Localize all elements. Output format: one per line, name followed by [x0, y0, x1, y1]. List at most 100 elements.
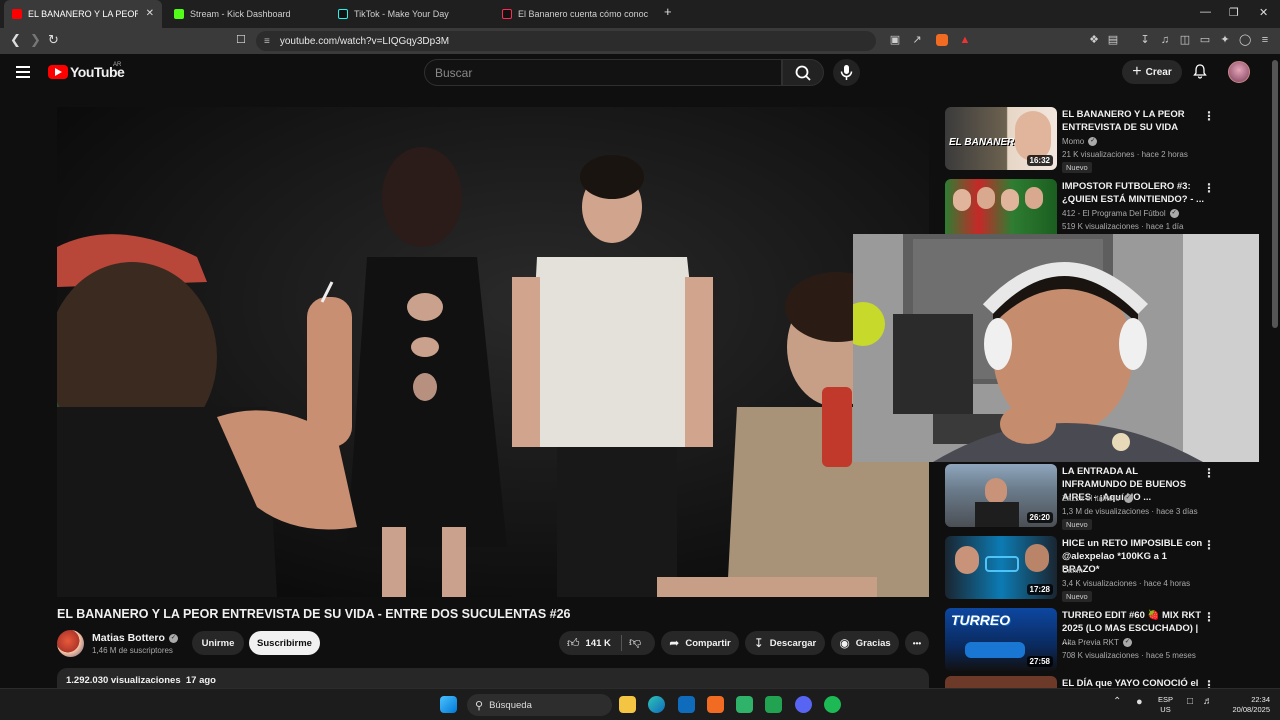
back-icon[interactable]: ❮: [10, 32, 21, 48]
restore-icon[interactable]: ❐: [1229, 6, 1239, 19]
page-scrollbar[interactable]: [1270, 54, 1280, 688]
video-thumbnail[interactable]: 26:20: [945, 464, 1057, 527]
input-language[interactable]: ESP US: [1158, 695, 1173, 715]
windows-taskbar: ⚲ Búsqueda ⌃ ● ESP US □ ♬ 22:34 20/08/2025: [0, 688, 1280, 720]
divider: [621, 635, 622, 651]
site-settings-icon[interactable]: ≡: [264, 36, 270, 47]
notifications-icon[interactable]: [1192, 63, 1208, 82]
minimize-icon[interactable]: —: [1200, 6, 1211, 18]
media-icon[interactable]: ♫: [1159, 34, 1171, 46]
address-bar[interactable]: ≡ youtube.com/watch?v=LIQGqy3Dp3M: [256, 31, 876, 51]
sidebar-icon[interactable]: ◫: [1179, 34, 1191, 46]
reload-icon[interactable]: ↻: [48, 32, 59, 48]
new-tab-button[interactable]: +: [664, 4, 672, 19]
browser-tab-tiktok-2[interactable]: El Bananero cuenta cómo conoció a: [494, 0, 654, 28]
guide-menu-icon[interactable]: [16, 66, 30, 78]
subscribe-button[interactable]: Suscribirme: [249, 631, 320, 655]
youtube-header: YouTube AR Buscar + Crear: [0, 54, 1270, 92]
recommendation-item[interactable]: TURREO 27:58 TURREO EDIT #60 🍓 MIX RKT 2…: [945, 608, 1260, 672]
outlook-icon[interactable]: [678, 696, 695, 713]
browser-tab-kick[interactable]: Stream - Kick Dashboard: [166, 0, 326, 28]
recommendation-item[interactable]: EL BANANERO 16:32 EL BANANERO Y LA PEOR …: [945, 107, 1260, 173]
search-input[interactable]: Buscar: [424, 59, 782, 86]
new-badge: Nuevo: [1062, 162, 1092, 173]
more-options-icon[interactable]: ⋮: [1203, 610, 1215, 624]
wallet-icon[interactable]: ▤: [1107, 34, 1119, 46]
lang-layout: US: [1160, 705, 1171, 714]
volume-icon[interactable]: ♬: [1203, 696, 1215, 713]
more-options-icon[interactable]: ⋮: [1203, 109, 1215, 123]
download-icon[interactable]: ↧: [1139, 34, 1151, 46]
verified-icon: ✓: [1169, 209, 1179, 218]
kick-app-icon[interactable]: [765, 696, 782, 713]
recommendation-item[interactable]: 17:28 HICE un RETO IMPOSIBLE con @alexpe…: [945, 536, 1260, 602]
recommendation-item[interactable]: EL DÍA que YAYO CONOCIÓ el ⋮: [945, 676, 1260, 688]
webcam-overlay: [853, 234, 1259, 462]
system-clock[interactable]: 22:34 20/08/2025: [1220, 695, 1270, 715]
video-player[interactable]: [57, 107, 929, 597]
edge-icon[interactable]: [648, 696, 665, 713]
channel-text: Zazza el italiano: [1062, 494, 1120, 503]
clock-time: 22:34: [1251, 695, 1270, 704]
more-options-icon[interactable]: ⋮: [1203, 678, 1215, 688]
bookmark-icon[interactable]: ☐: [236, 33, 246, 46]
browser-tab-tiktok[interactable]: TikTok - Make Your Day: [330, 0, 490, 28]
like-button[interactable]: 👍︎ 141 K: [567, 636, 611, 651]
wallet-card-icon[interactable]: ▭: [1199, 34, 1211, 46]
video-duration: 16:32: [1026, 155, 1053, 166]
verified-icon: ✓: [168, 633, 178, 643]
microphone-tray-icon[interactable]: ●: [1136, 696, 1146, 713]
file-explorer-icon[interactable]: [619, 696, 636, 713]
extensions-icon[interactable]: ❖: [1088, 34, 1100, 46]
voice-search-button[interactable]: [833, 59, 860, 86]
video-thumbnail[interactable]: [945, 179, 1057, 242]
download-label: Descargar: [769, 637, 817, 649]
more-options-icon[interactable]: ⋮: [1203, 181, 1215, 195]
taskbar-search-label: Búsqueda: [489, 699, 532, 711]
tray-overflow-icon[interactable]: ⌃: [1113, 696, 1123, 713]
thumbs-down-icon: 👎︎: [629, 635, 642, 649]
create-button[interactable]: + Crear: [1122, 60, 1182, 84]
app-icon[interactable]: [736, 696, 753, 713]
channel-name[interactable]: Matias Bottero ✓: [92, 632, 178, 644]
brave-icon[interactable]: [707, 696, 724, 713]
share-icon[interactable]: ↗: [911, 34, 923, 46]
scrollbar-thumb[interactable]: [1272, 60, 1278, 328]
taskbar-search[interactable]: ⚲ Búsqueda: [467, 694, 612, 716]
discord-icon[interactable]: [795, 696, 812, 713]
channel-avatar[interactable]: [57, 630, 84, 657]
join-button[interactable]: Unirme: [192, 631, 244, 655]
recommendation-item[interactable]: 26:20 LA ENTRADA AL INFRAMUNDO DE BUENOS…: [945, 464, 1260, 530]
spotify-icon[interactable]: [824, 696, 841, 713]
webcam-frame: [853, 234, 1259, 462]
vpn-icon[interactable]: ◯: [1239, 34, 1251, 46]
recommendation-channel: Alta Previa RKT ✓: [1062, 638, 1132, 647]
dislike-button[interactable]: 👎︎: [629, 635, 647, 650]
close-window-icon[interactable]: ✕: [1259, 6, 1268, 19]
leo-ai-icon[interactable]: ✦: [1219, 34, 1231, 46]
brave-rewards-icon[interactable]: ▲: [959, 34, 971, 46]
account-avatar[interactable]: [1228, 61, 1250, 83]
search-icon: [795, 65, 811, 81]
forward-icon[interactable]: ❯: [30, 32, 41, 48]
search-button[interactable]: [782, 59, 824, 86]
more-options-icon[interactable]: ⋮: [1203, 466, 1215, 480]
browser-tab-youtube[interactable]: EL BANANERO Y LA PEOR EN ✕: [4, 0, 162, 28]
network-icon[interactable]: □: [1187, 696, 1199, 713]
video-thumbnail[interactable]: 17:28: [945, 536, 1057, 599]
more-options-icon[interactable]: ⋮: [1203, 538, 1215, 552]
cast-icon[interactable]: ▣: [889, 34, 901, 46]
youtube-logo-icon[interactable]: [48, 65, 68, 79]
thanks-button[interactable]: ◉ Gracias: [831, 631, 899, 655]
video-thumbnail[interactable]: [945, 676, 1057, 688]
share-button[interactable]: ➦ Compartir: [661, 631, 739, 655]
windows-start-icon[interactable]: [440, 696, 457, 713]
video-thumbnail[interactable]: EL BANANERO 16:32: [945, 107, 1057, 170]
menu-icon[interactable]: ≡: [1259, 34, 1271, 46]
download-button[interactable]: ↧ Descargar: [745, 631, 825, 655]
create-label: Crear: [1145, 66, 1172, 78]
video-thumbnail[interactable]: TURREO 27:58: [945, 608, 1057, 671]
brave-shield-icon[interactable]: [936, 34, 948, 46]
close-icon[interactable]: ✕: [146, 8, 154, 19]
more-actions-button[interactable]: •••: [905, 631, 929, 655]
